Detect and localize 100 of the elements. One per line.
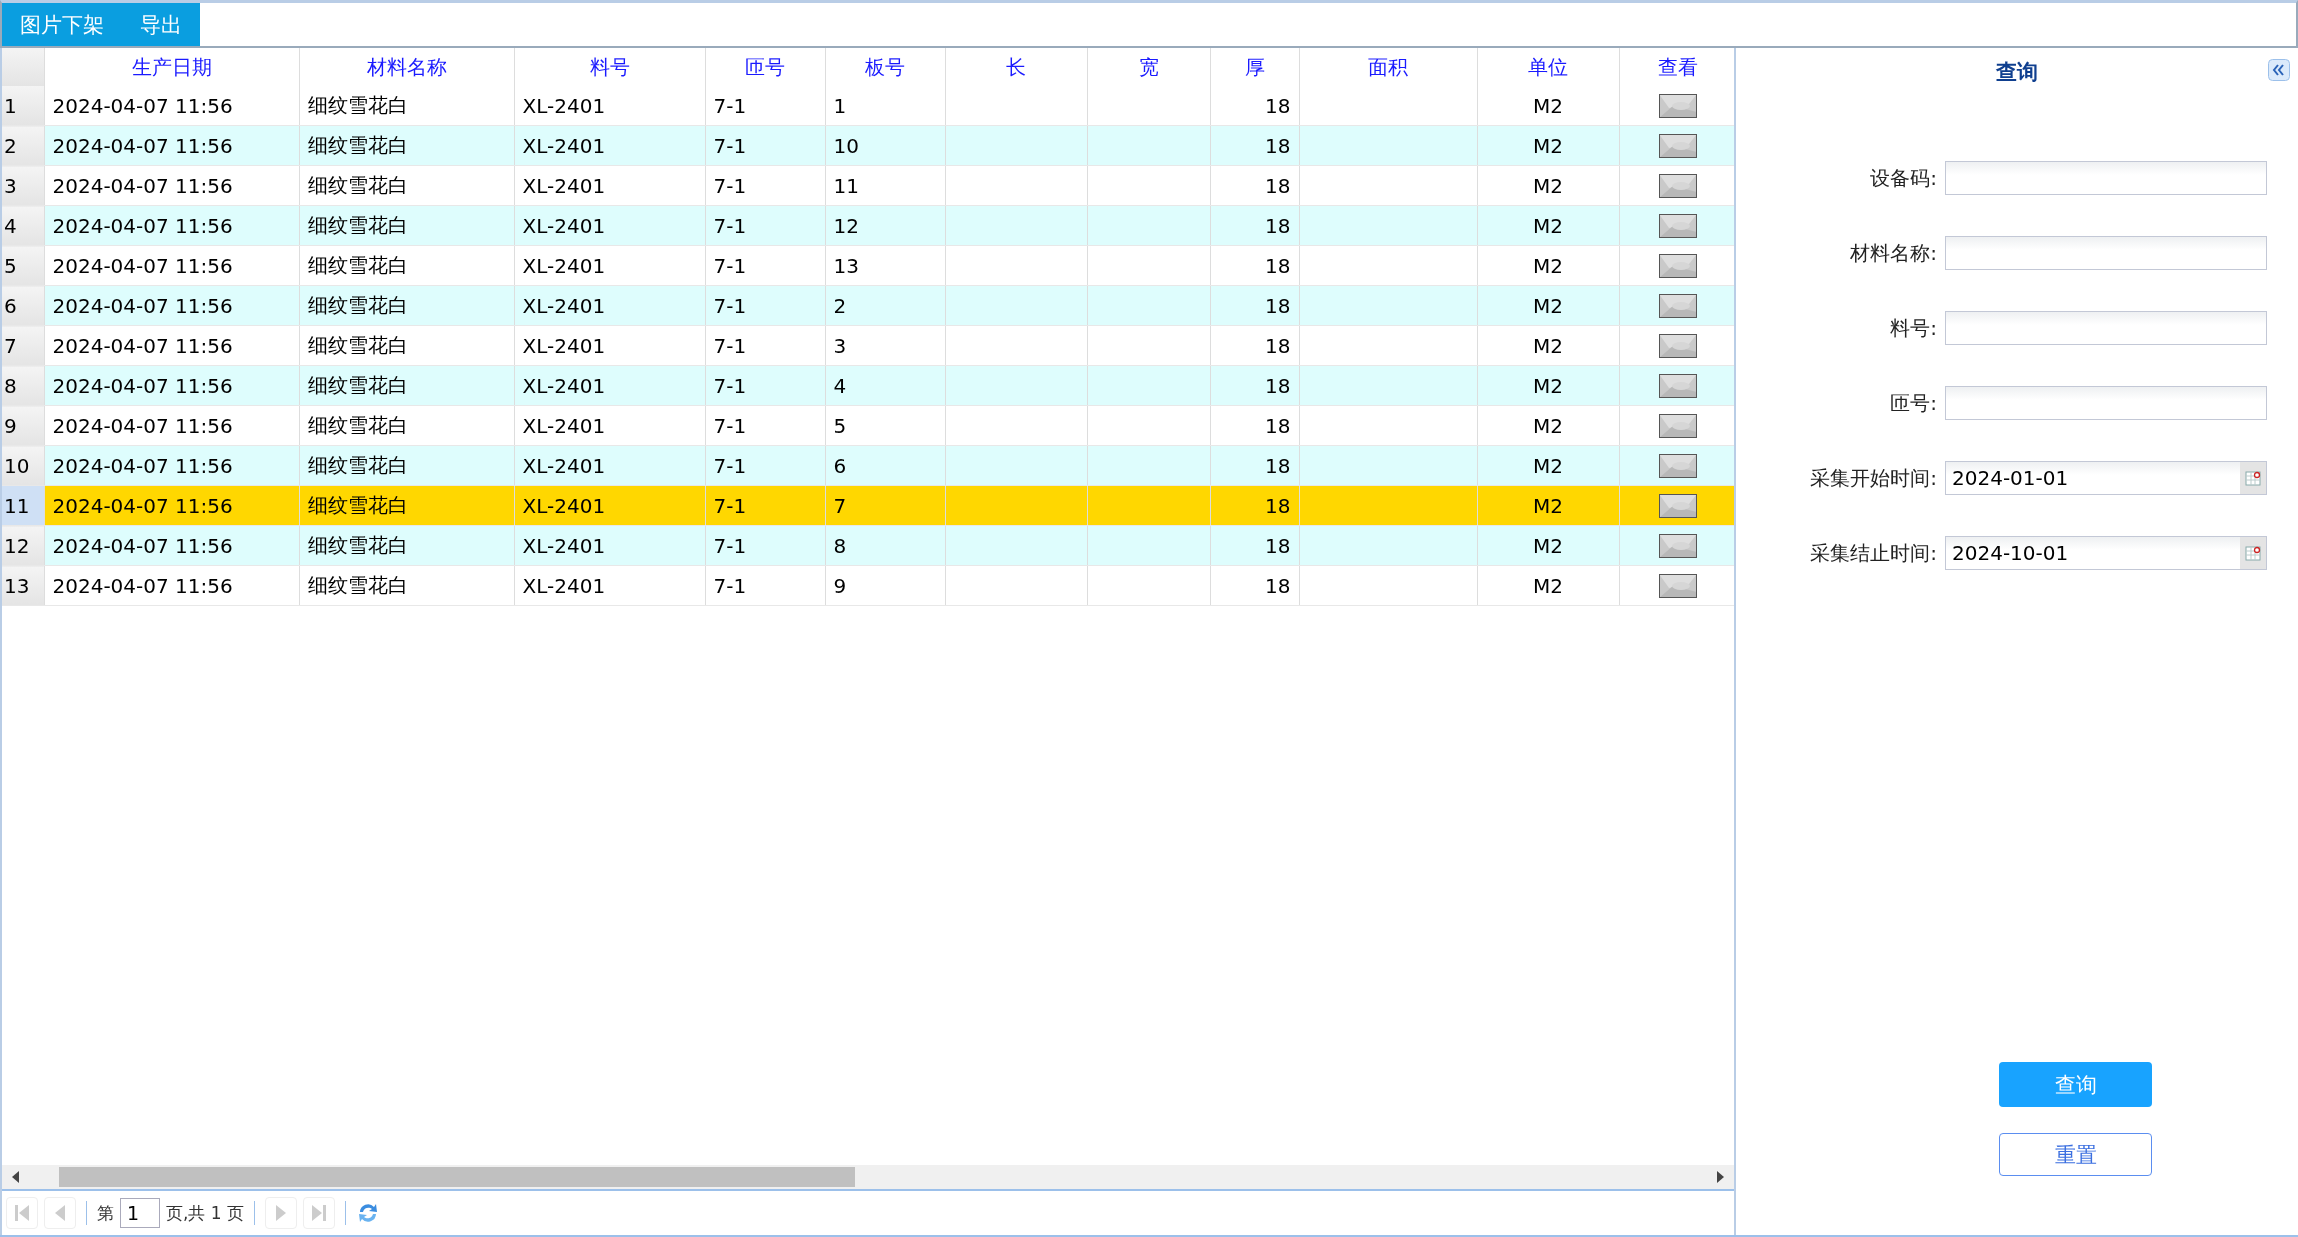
table-cell: M2 <box>1533 293 1563 318</box>
table-cell: 18 <box>1265 93 1291 118</box>
table-cell: 细纹雪花白 <box>307 573 408 597</box>
table-row[interactable]: 6 2024-04-07 11:56 细纹雪花白 XL-2401 7-1 2 18 M2 <box>2 285 1734 326</box>
table-cell: XL-2401 <box>522 413 606 438</box>
calendar-icon <box>2245 470 2261 486</box>
column-header[interactable]: 单位 <box>1477 48 1619 86</box>
scroll-left-icon[interactable] <box>12 1171 19 1183</box>
table-cell: 7-1 <box>713 93 747 118</box>
table-row[interactable]: 4 2024-04-07 11:56 细纹雪花白 XL-2401 7-1 12 18 M2 <box>2 205 1734 246</box>
field-label: 匝号: <box>1889 389 1938 417</box>
table-cell: 细纹雪花白 <box>307 333 408 357</box>
table-cell: 4 <box>833 373 847 398</box>
table-row[interactable]: 12 2024-04-07 11:56 细纹雪花白 XL-2401 7-1 8 18 M2 <box>2 525 1734 566</box>
table-cell: 2024-04-07 11:56 <box>52 373 233 398</box>
table-cell: XL-2401 <box>522 493 606 518</box>
input-field[interactable] <box>1945 386 2267 420</box>
table-cell: XL-2401 <box>522 133 606 158</box>
table-row[interactable]: 9 2024-04-07 11:56 细纹雪花白 XL-2401 7-1 5 18 M2 <box>2 405 1734 446</box>
table-row[interactable]: 2 2024-04-07 11:56 细纹雪花白 XL-2401 7-1 10 18 M2 <box>2 125 1734 166</box>
table-row[interactable]: 8 2024-04-07 11:56 细纹雪花白 XL-2401 7-1 4 18 M2 <box>2 365 1734 406</box>
table-cell: XL-2401 <box>522 453 606 478</box>
table-cell: 7-1 <box>713 213 747 238</box>
row-number: 11 <box>4 493 30 518</box>
input-field[interactable] <box>1945 311 2267 345</box>
table-cell: 18 <box>1265 533 1291 558</box>
row-number: 12 <box>4 533 30 558</box>
page-number-field[interactable]: 1 <box>120 1198 160 1228</box>
table-cell: 11 <box>833 173 859 198</box>
scroll-right-icon[interactable] <box>1717 1171 1724 1183</box>
table-cell: 10 <box>833 133 859 158</box>
table-cell: M2 <box>1533 173 1563 198</box>
table-cell: 7-1 <box>713 253 747 278</box>
column-header[interactable]: 面积 <box>1299 48 1477 86</box>
table-cell: M2 <box>1533 253 1563 278</box>
date-field[interactable]: 2024-10-01 <box>1945 536 2267 570</box>
table-cell: 2024-04-07 11:56 <box>52 93 233 118</box>
table-row[interactable]: 3 2024-04-07 11:56 细纹雪花白 XL-2401 7-1 11 18 M2 <box>2 165 1734 206</box>
table-cell: M2 <box>1533 413 1563 438</box>
table-row[interactable]: 11 2024-04-07 11:56 细纹雪花白 XL-2401 7-1 7 18 M2 <box>2 485 1734 526</box>
table-cell: M2 <box>1533 333 1563 358</box>
table-row[interactable]: 1 2024-04-07 11:56 细纹雪花白 XL-2401 7-1 1 18 M2 <box>2 86 1734 126</box>
table-cell: 2024-04-07 11:56 <box>52 493 233 518</box>
collapse-icon[interactable] <box>2268 59 2290 81</box>
table-cell: 7-1 <box>713 453 747 478</box>
table-cell: 18 <box>1265 213 1291 238</box>
table-cell: M2 <box>1533 493 1563 518</box>
table-row[interactable]: 10 2024-04-07 11:56 细纹雪花白 XL-2401 7-1 6 18 M2 <box>2 445 1734 486</box>
row-number: 1 <box>4 93 17 118</box>
input-field[interactable] <box>1945 161 2267 195</box>
table-cell: 2024-04-07 11:56 <box>52 213 233 238</box>
column-header[interactable]: 宽 <box>1087 48 1210 86</box>
input-field[interactable] <box>1945 236 2267 270</box>
table-cell: 5 <box>833 413 847 438</box>
page-label: 第 <box>97 1201 114 1225</box>
table-cell: 18 <box>1265 493 1291 518</box>
column-header[interactable]: 生产日期 <box>44 48 299 86</box>
table-cell: 7-1 <box>713 173 747 198</box>
row-number: 7 <box>4 333 17 358</box>
table-cell: 2 <box>833 293 847 318</box>
table-cell: 1 <box>833 93 847 118</box>
field-label: 料号: <box>1889 314 1938 342</box>
table-cell: 7-1 <box>713 293 747 318</box>
table-cell: 2024-04-07 11:56 <box>52 573 233 598</box>
table-cell: 7-1 <box>713 533 747 558</box>
field-label: 采集开始时间: <box>1809 464 1938 492</box>
action-button[interactable]: 重置 <box>1999 1133 2152 1176</box>
row-number: 6 <box>4 293 17 318</box>
table-cell: 2024-04-07 11:56 <box>52 453 233 478</box>
column-header[interactable]: 材料名称 <box>299 48 514 86</box>
table-row[interactable]: 5 2024-04-07 11:56 细纹雪花白 XL-2401 7-1 13 18 M2 <box>2 245 1734 286</box>
table-cell: 3 <box>833 333 847 358</box>
table-cell: 18 <box>1265 333 1291 358</box>
table-cell: XL-2401 <box>522 213 606 238</box>
panel-title: 查询 <box>1996 59 2038 86</box>
table-cell: M2 <box>1533 533 1563 558</box>
table-cell: 18 <box>1265 413 1291 438</box>
table-cell: XL-2401 <box>522 293 606 318</box>
row-number: 8 <box>4 373 17 398</box>
table-cell: XL-2401 <box>522 173 606 198</box>
table-cell: 13 <box>833 253 859 278</box>
last-page-icon <box>310 1203 329 1223</box>
table-cell: 7 <box>833 493 847 518</box>
table-cell: XL-2401 <box>522 93 606 118</box>
scrollbar-thumb[interactable] <box>59 1167 855 1187</box>
table-cell: 18 <box>1265 573 1291 598</box>
column-header[interactable]: 厚 <box>1210 48 1299 86</box>
row-number: 5 <box>4 253 17 278</box>
column-header[interactable]: 板号 <box>825 48 945 86</box>
column-header[interactable]: 匝号 <box>705 48 825 86</box>
table-row[interactable]: 13 2024-04-07 11:56 细纹雪花白 XL-2401 7-1 9 18 M2 <box>2 565 1734 606</box>
table-cell: 细纹雪花白 <box>307 413 408 437</box>
page-total-label: 页,共 1 页 <box>166 1201 245 1225</box>
calendar-icon <box>2245 545 2261 561</box>
date-field[interactable]: 2024-01-01 <box>1945 461 2267 495</box>
table-row[interactable]: 7 2024-04-07 11:56 细纹雪花白 XL-2401 7-1 3 18 M2 <box>2 325 1734 366</box>
table-cell: 7-1 <box>713 333 747 358</box>
column-header[interactable]: 长 <box>945 48 1087 86</box>
table-cell: XL-2401 <box>522 373 606 398</box>
column-header[interactable]: 料号 <box>514 48 705 86</box>
